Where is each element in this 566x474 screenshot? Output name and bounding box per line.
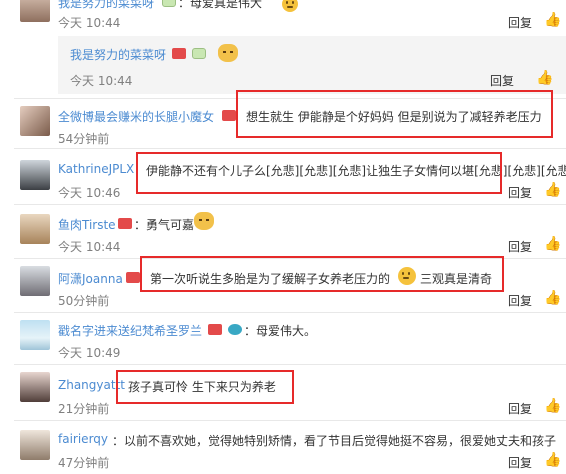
avatar[interactable] (20, 372, 50, 402)
reply-link[interactable]: 回复 (508, 454, 532, 471)
comment-text: ：母爱伟大。 (244, 324, 317, 338)
comment-username[interactable]: 阿潇Joanna (58, 270, 123, 287)
avatar[interactable] (20, 160, 50, 190)
reply-link[interactable]: 回复 (508, 292, 532, 309)
divider (14, 312, 566, 313)
user-badges (116, 216, 132, 230)
comment-username[interactable]: KathrineJPLX (58, 162, 134, 176)
sub-reply-box: 我是努力的菜菜呀 今天 10:44 回复 👍 (58, 36, 566, 94)
comment-time: 今天 10:44 (58, 240, 121, 254)
comment-time: 54分钟前 (58, 132, 110, 146)
member-badge-icon (191, 48, 206, 59)
reply-link[interactable]: 回复 (508, 14, 532, 31)
avatar[interactable] (20, 320, 50, 350)
reply-link[interactable]: 回复 (508, 238, 532, 255)
vip-badge-icon (208, 324, 222, 335)
member-badge-icon (162, 0, 176, 7)
avatar[interactable] (20, 106, 50, 136)
comment-time: 今天 10:49 (58, 346, 121, 360)
comment-time: 今天 10:44 (58, 16, 121, 30)
highlight-box (236, 90, 553, 138)
vip-badge-icon (222, 110, 236, 121)
comment-username[interactable]: fairierqy (58, 432, 108, 446)
highlight-box (140, 256, 504, 292)
avatar[interactable] (20, 214, 50, 244)
divider (14, 204, 566, 205)
divider (14, 148, 566, 149)
thumbs-up-icon[interactable]: 👍 (544, 236, 561, 252)
comment-time: 今天 10:46 (58, 186, 121, 200)
comment-time: 50分钟前 (58, 294, 110, 308)
comment-username[interactable]: 我是努力的菜菜呀 (58, 0, 154, 11)
comment-username[interactable]: 鱼肉Tirste (58, 216, 116, 233)
thumbs-up-icon[interactable]: 👍 (544, 290, 561, 306)
verified-badge-icon (227, 324, 242, 335)
highlight-box (116, 370, 294, 404)
avatar[interactable] (20, 430, 50, 460)
divider (14, 364, 566, 365)
divider (14, 420, 566, 421)
thumbs-up-icon[interactable]: 👍 (536, 70, 553, 86)
smile-emoji-icon (282, 0, 298, 12)
comment-username[interactable]: 我是努力的菜菜呀 (70, 46, 166, 63)
user-badges (170, 46, 206, 60)
user-badges (124, 270, 140, 284)
highlight-box (136, 152, 502, 194)
vip-badge-icon (172, 48, 186, 59)
avatar[interactable] (20, 266, 50, 296)
thumbs-up-icon[interactable]: 👍 (544, 398, 561, 414)
vip-badge-icon (126, 272, 140, 283)
comment-time: 今天 10:44 (70, 74, 133, 88)
vip-badge-icon (118, 218, 132, 229)
avatar[interactable] (20, 0, 50, 22)
reply-link[interactable]: 回复 (508, 400, 532, 417)
comment-text: ：以前不喜欢她，觉得她特别矫情，看了节目后觉得她挺不容易，很爱她丈夫和孩子 (112, 434, 557, 448)
cat-emoji-icon (194, 212, 214, 230)
user-badges (160, 0, 176, 8)
comment-time: 47分钟前 (58, 456, 110, 470)
comment-username[interactable]: 戳名字进来送纪梵希圣罗兰 (58, 322, 202, 339)
comment-time: 21分钟前 (58, 402, 110, 416)
thumbs-up-icon[interactable]: 👍 (544, 452, 561, 468)
user-badges (206, 322, 242, 336)
reply-link[interactable]: 回复 (508, 184, 532, 201)
reply-link[interactable]: 回复 (490, 72, 514, 89)
thumbs-up-icon[interactable]: 👍 (544, 12, 561, 28)
cat-emoji-icon (218, 44, 238, 62)
thumbs-up-icon[interactable]: 👍 (544, 182, 561, 198)
user-badges (220, 108, 236, 122)
comment-username[interactable]: Zhangyattt (58, 378, 125, 392)
comment-text: ：勇气可嘉 (134, 218, 195, 232)
comment-username[interactable]: 全微博最会赚米的长腿小魔女 (58, 108, 214, 125)
comment-text: ：母爱真是伟大 (178, 0, 263, 10)
